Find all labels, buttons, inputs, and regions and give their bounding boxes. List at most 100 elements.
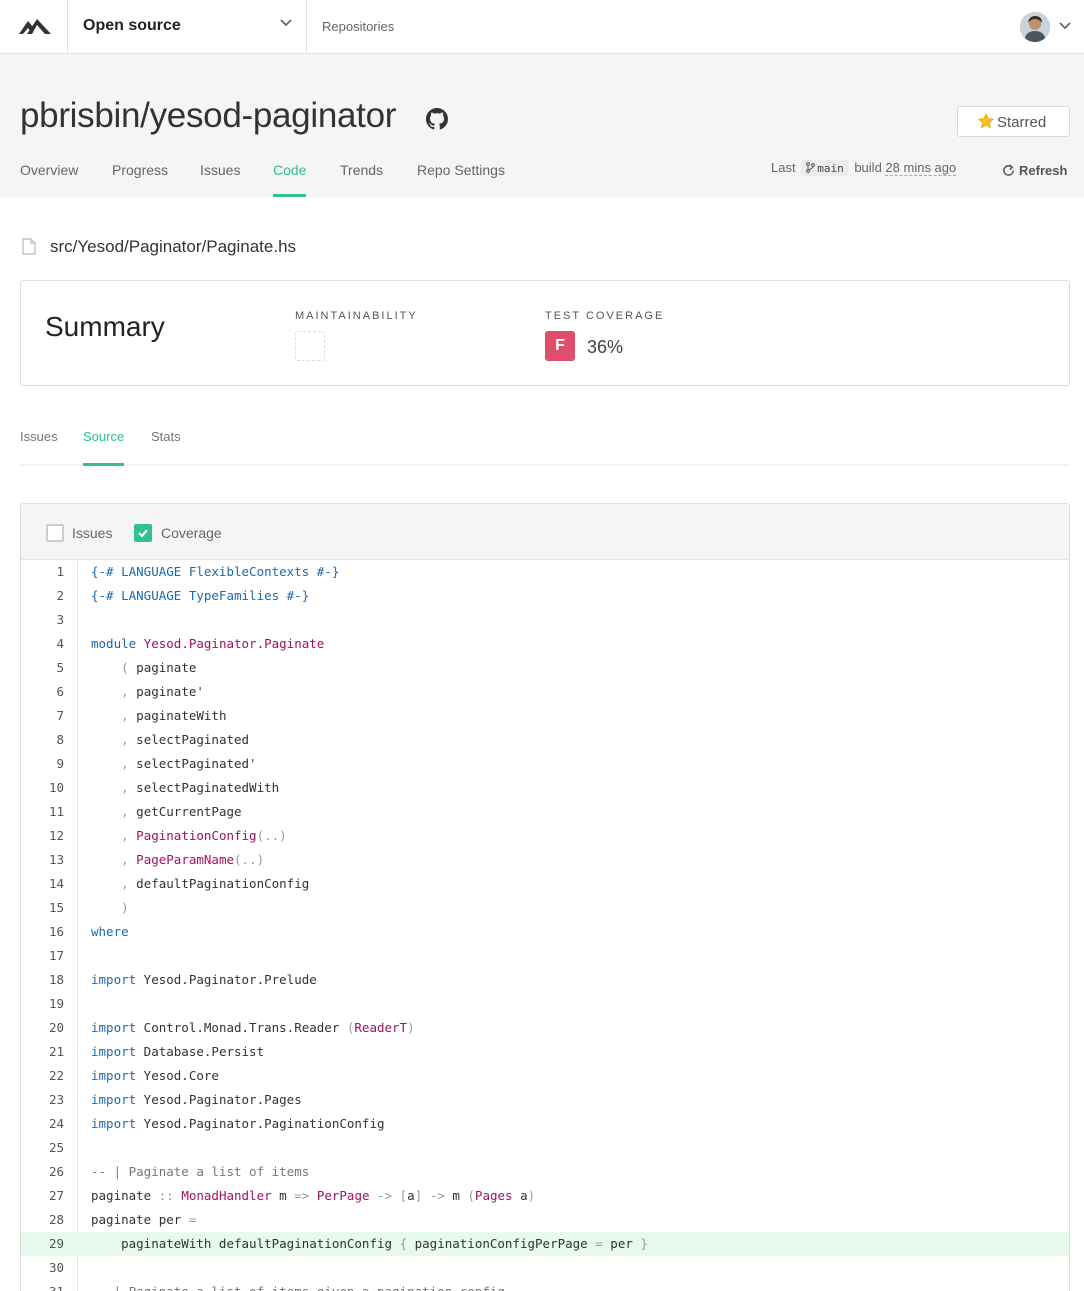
line-number[interactable]: 29 xyxy=(21,1232,64,1256)
code-line: 29 paginateWith defaultPaginationConfig … xyxy=(21,1232,1069,1256)
code-line: 15 ) xyxy=(21,896,1069,920)
branch-icon xyxy=(806,162,816,173)
coverage-percent: 36% xyxy=(587,337,624,357)
branch-badge: main xyxy=(801,160,849,176)
line-number[interactable]: 28 xyxy=(21,1208,64,1232)
org-selector-label: Open source xyxy=(83,17,181,34)
line-number[interactable]: 24 xyxy=(21,1112,64,1136)
line-number[interactable]: 21 xyxy=(21,1040,64,1064)
subtab-source[interactable]: Source xyxy=(83,429,125,466)
line-number[interactable]: 27 xyxy=(21,1184,64,1208)
code-line: 20 import Control.Monad.Trans.Reader (Rea… xyxy=(21,1016,1069,1040)
code-line: 3 xyxy=(21,608,1069,632)
line-number[interactable]: 19 xyxy=(21,992,64,1016)
line-number[interactable]: 8 xyxy=(21,728,64,752)
code-line: 14 , defaultPaginationConfig xyxy=(21,872,1069,896)
code-line: 28 paginate per = xyxy=(21,1208,1069,1232)
star-button[interactable]: Starred xyxy=(957,106,1070,137)
line-number[interactable]: 12 xyxy=(21,824,64,848)
tab-overview[interactable]: Overview xyxy=(20,162,78,197)
line-source: import Control.Monad.Trans.Reader (Reade… xyxy=(91,1020,415,1035)
repo-header: pbrisbin/yesod-paginator Starred Overvie… xyxy=(0,54,1084,197)
refresh-button[interactable]: Refresh xyxy=(1002,162,1067,178)
line-number[interactable]: 10 xyxy=(21,776,64,800)
line-number[interactable]: 25 xyxy=(21,1136,64,1160)
avatar[interactable] xyxy=(1020,12,1050,42)
tab-progress[interactable]: Progress xyxy=(112,162,168,197)
line-number[interactable]: 26 xyxy=(21,1160,64,1184)
line-number[interactable]: 17 xyxy=(21,944,64,968)
code-line: 11 , getCurrentPage xyxy=(21,800,1069,824)
code-line: 16 where xyxy=(21,920,1069,944)
line-source: ( paginate xyxy=(121,660,197,675)
line-number[interactable]: 5 xyxy=(21,656,64,680)
code-line: 12 , PaginationConfig(..) xyxy=(21,824,1069,848)
github-icon[interactable] xyxy=(426,108,448,130)
line-source: import Database.Persist xyxy=(91,1044,265,1059)
coverage-checkbox-label[interactable]: Coverage xyxy=(161,525,222,541)
tab-trends[interactable]: Trends xyxy=(340,162,383,197)
file-sub-tabs: Issues Source Stats xyxy=(20,429,1070,466)
summary-title: Summary xyxy=(45,311,165,342)
issues-checkbox-label[interactable]: Issues xyxy=(72,525,112,541)
star-button-label: Starred xyxy=(997,114,1047,131)
file-path-text: src/Yesod/Paginator/Paginate.hs xyxy=(50,237,297,256)
line-number[interactable]: 23 xyxy=(21,1088,64,1112)
tab-repo-settings[interactable]: Repo Settings xyxy=(417,162,505,197)
code-line: 9 , selectPaginated' xyxy=(21,752,1069,776)
page-title: pbrisbin/yesod-paginator xyxy=(20,96,397,135)
line-number[interactable]: 16 xyxy=(21,920,64,944)
line-source: import Yesod.Paginator.PaginationConfig xyxy=(91,1116,385,1131)
line-number[interactable]: 13 xyxy=(21,848,64,872)
line-number[interactable]: 7 xyxy=(21,704,64,728)
line-number[interactable]: 9 xyxy=(21,752,64,776)
line-number[interactable]: 4 xyxy=(21,632,64,656)
line-source: , selectPaginated xyxy=(121,732,250,747)
logo-icon xyxy=(19,19,51,34)
subtab-stats[interactable]: Stats xyxy=(151,429,181,466)
line-number[interactable]: 20 xyxy=(21,1016,64,1040)
line-number[interactable]: 14 xyxy=(21,872,64,896)
line-number[interactable]: 6 xyxy=(21,680,64,704)
line-number[interactable]: 11 xyxy=(21,800,64,824)
line-source: , defaultPaginationConfig xyxy=(121,876,310,891)
tab-issues[interactable]: Issues xyxy=(200,162,240,197)
line-source: ) xyxy=(121,900,129,915)
line-source: , selectPaginatedWith xyxy=(121,780,280,795)
build-prefix: Last xyxy=(771,160,796,175)
line-number[interactable]: 15 xyxy=(21,896,64,920)
code-line: 18 import Yesod.Paginator.Prelude xyxy=(21,968,1069,992)
refresh-label: Refresh xyxy=(1019,163,1068,178)
chevron-down-icon xyxy=(280,19,292,27)
tab-code[interactable]: Code xyxy=(273,162,307,197)
line-source: -- | Paginate a list of items xyxy=(91,1164,310,1179)
line-source: , paginate' xyxy=(121,684,204,699)
code-line: 8 , selectPaginated xyxy=(21,728,1069,752)
checkmark-icon xyxy=(138,529,148,538)
code-line: 6 , paginate' xyxy=(21,680,1069,704)
codeclimate-logo[interactable] xyxy=(0,0,68,53)
code-line: 10 , selectPaginatedWith xyxy=(21,776,1069,800)
line-number[interactable]: 2 xyxy=(21,584,64,608)
summary-card: Summary MAINTAINABILITY TEST COVERAGE F … xyxy=(20,280,1070,386)
line-source: import Yesod.Paginator.Prelude xyxy=(91,972,317,987)
code-line: 5 ( paginate xyxy=(21,656,1069,680)
subtab-issues[interactable]: Issues xyxy=(20,429,58,466)
line-number[interactable]: 22 xyxy=(21,1064,64,1088)
line-number[interactable]: 3 xyxy=(21,608,64,632)
code-line: 7 , paginateWith xyxy=(21,704,1069,728)
line-source: , selectPaginated' xyxy=(121,756,257,771)
repositories-link[interactable]: Repositories xyxy=(322,19,394,34)
org-selector[interactable]: Open source xyxy=(68,0,307,53)
line-number[interactable]: 18 xyxy=(21,968,64,992)
coverage-checkbox[interactable] xyxy=(134,524,152,542)
line-source: {-# LANGUAGE FlexibleContexts #-} xyxy=(91,564,340,579)
line-number[interactable]: 1 xyxy=(21,560,64,584)
line-number[interactable]: 30 xyxy=(21,1256,64,1280)
user-menu-chevron-icon[interactable] xyxy=(1059,22,1071,30)
issues-checkbox[interactable] xyxy=(46,524,64,542)
code-line: 23 import Yesod.Paginator.Pages xyxy=(21,1088,1069,1112)
star-icon xyxy=(978,113,994,129)
line-number[interactable]: 31 xyxy=(21,1280,64,1291)
source-viewer: Issues Coverage 1 {-# LANGUAGE FlexibleCo… xyxy=(20,503,1070,1291)
